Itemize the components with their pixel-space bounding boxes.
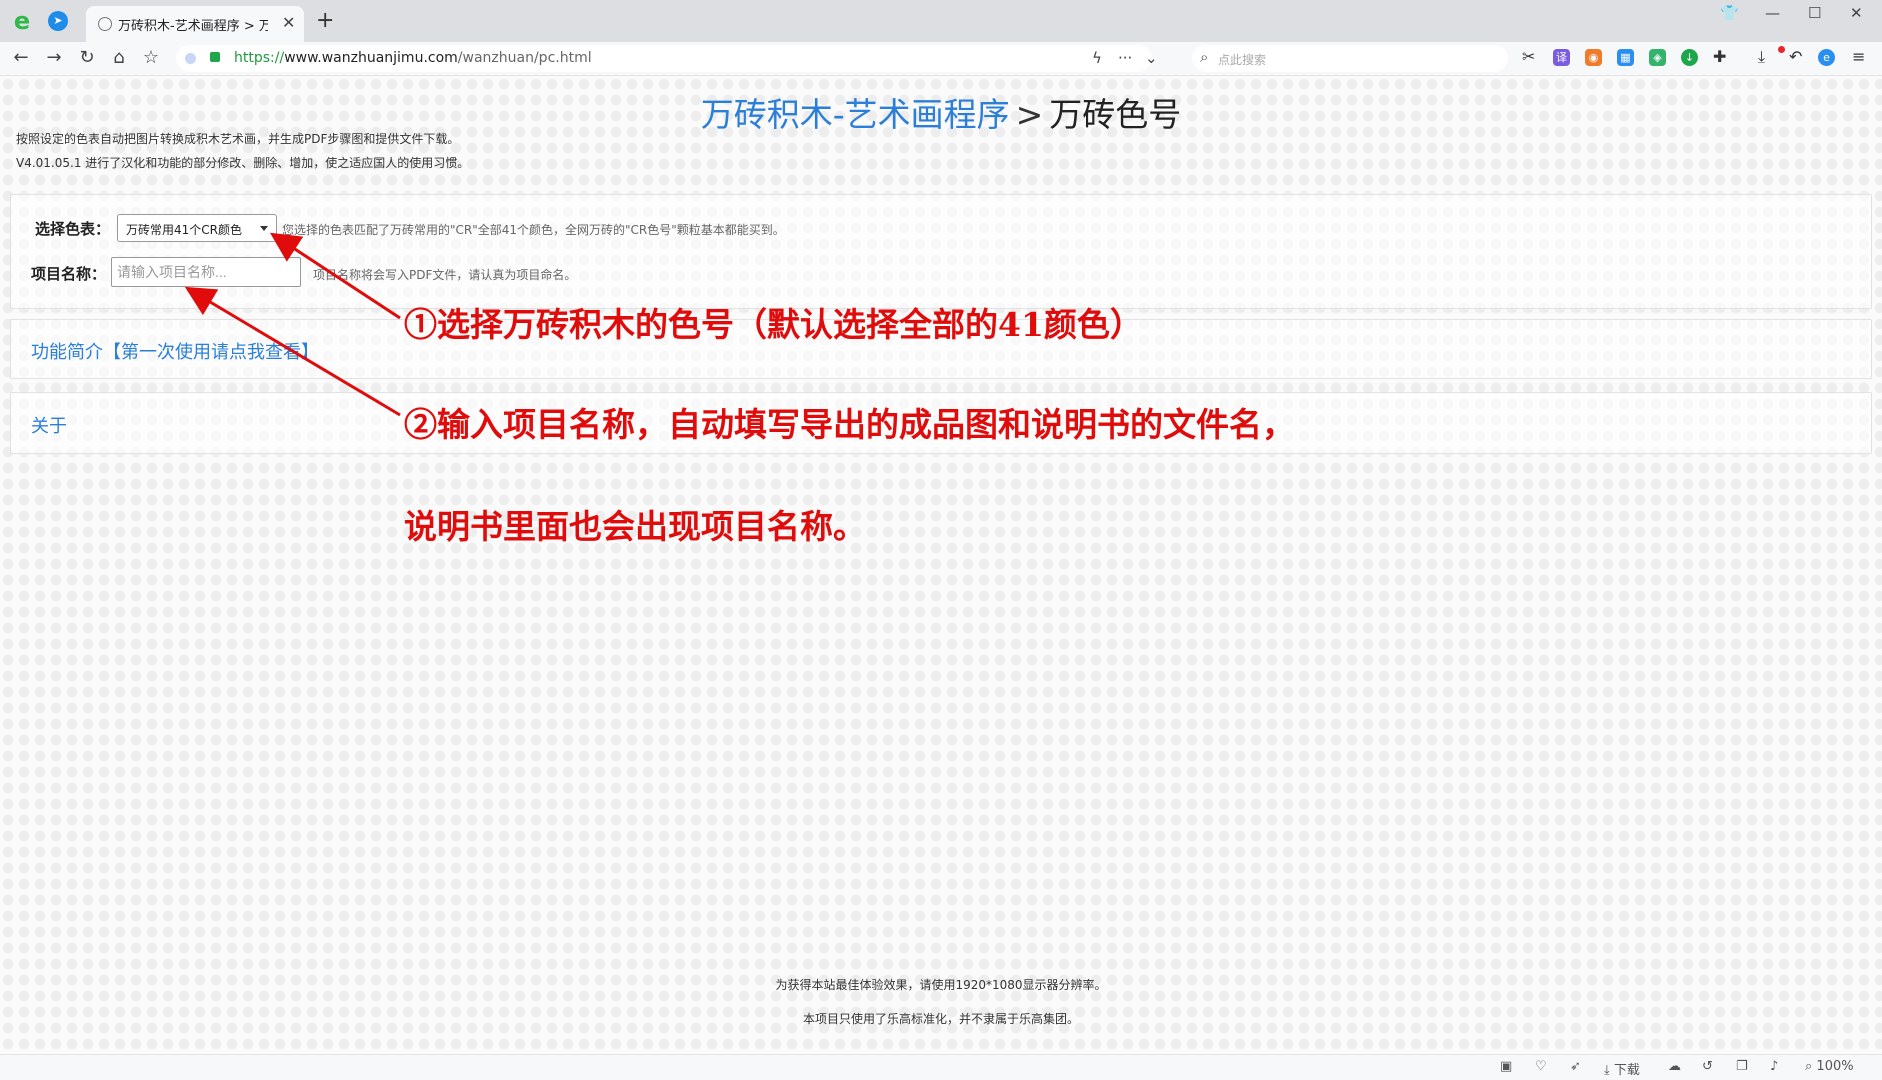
home-icon[interactable]: ⌂ [108, 47, 130, 68]
rocket-icon[interactable]: ➶ [1570, 1059, 1581, 1074]
translate-icon[interactable]: 译 [1553, 49, 1570, 66]
new-tab-icon[interactable]: + [316, 8, 334, 33]
browser-status-bar: ▣ ♡ ➶ ⤓ 下载 ☁ ↺ ❐ ♪ ⌕ 100% [0, 1054, 1882, 1080]
notification-badge [1778, 46, 1785, 53]
search-icon: ⌕ [1200, 48, 1209, 66]
favorites-icon[interactable]: ☆ [140, 47, 162, 68]
color-table-select[interactable]: 万砖常用41个CR颜色 [117, 214, 277, 242]
browser-tab-bar: e ➤ 万砖积木-艺术画程序 > 万砖色 ✕ + 👕 — ☐ ✕ [0, 0, 1882, 42]
more-icon[interactable]: ··· [1118, 49, 1132, 67]
annotation-step-2-line-2: 说明书里面也会出现项目名称。 [404, 507, 866, 546]
caret-down-icon [260, 226, 268, 231]
project-name-label: 项目名称： [31, 265, 107, 283]
scissors-icon[interactable]: ✂ [1522, 47, 1535, 66]
skin-icon[interactable]: 👕 [1720, 4, 1739, 22]
project-name-hint: 项目名称将会写入PDF文件，请认真为项目命名。 [313, 268, 577, 282]
title-current: 万砖色号 [1049, 95, 1182, 134]
close-window-icon[interactable]: ✕ [1850, 4, 1863, 22]
window-icon[interactable]: ❐ [1736, 1059, 1748, 1074]
title-home-link[interactable]: 万砖积木-艺术画程序 [701, 95, 1010, 134]
zoom-level: 100% [1816, 1059, 1854, 1074]
footer-lego-note: 本项目只使用了乐高标准化，并不隶属于乐高集团。 [802, 1012, 1079, 1026]
title-separator: > [1015, 95, 1044, 134]
footer-resolution-note: 为获得本站最佳体验效果，请使用1920*1080显示器分辨率。 [775, 978, 1107, 992]
back-icon[interactable]: ← [10, 47, 32, 68]
search-placeholder: 点此搜索 [1218, 53, 1267, 67]
active-tab[interactable]: 万砖积木-艺术画程序 > 万砖色 ✕ [86, 6, 304, 42]
chevron-down-icon[interactable]: ⌄ [1145, 49, 1158, 67]
pinned-tab-icon[interactable]: ➤ [48, 11, 68, 31]
heart-icon[interactable]: ♡ [1535, 1059, 1547, 1074]
lightning-icon[interactable]: ϟ [1092, 49, 1102, 67]
lock-icon[interactable] [210, 52, 220, 62]
annotation-step-1: ①选择万砖积木的色号（默认选择全部的41颜色） [404, 305, 1143, 344]
download-icon[interactable]: ⤓ [1758, 47, 1765, 67]
feature-intro-link[interactable]: 功能简介【第一次使用请点我查看】 [31, 338, 319, 364]
page-content: 万砖积木-艺术画程序 > 万砖色号 按照设定的色表自动把图片转换成积木艺术画，并生成… [0, 76, 1882, 1054]
undo-icon[interactable]: ↶ [1789, 47, 1802, 66]
intro-line-1: 按照设定的色表自动把图片转换成积木艺术画，并生成PDF步骤图和提供文件下载。 [16, 132, 460, 146]
edge-icon[interactable]: e [1818, 49, 1835, 66]
maximize-icon[interactable]: ☐ [1808, 4, 1821, 22]
status-download-button[interactable]: ⤓ 下载 [1604, 1059, 1640, 1078]
settings-panel: 选择色表： 万砖常用41个CR颜色 您选择的色表匹配了万砖常用的"CR"全部41… [10, 194, 1872, 309]
image-icon[interactable]: ▣ [1500, 1059, 1512, 1074]
apps-grid-icon[interactable]: ▦ [1617, 49, 1634, 66]
forward-icon[interactable]: → [43, 47, 65, 68]
globe-icon [98, 17, 112, 31]
extensions-icon[interactable]: ✚ [1713, 47, 1726, 66]
tab-title: 万砖积木-艺术画程序 > 万砖色 [118, 19, 268, 34]
volume-icon[interactable]: ♪ [1770, 1059, 1778, 1074]
address-bar[interactable]: https://www.wanzhuanjimu.com/wanzhuan/pc… [176, 45, 1158, 72]
download-manager-icon[interactable]: ↓ [1681, 49, 1698, 66]
color-table-label: 选择色表： [35, 220, 111, 238]
status-download-label: 下载 [1613, 1063, 1640, 1078]
minimize-icon[interactable]: — [1765, 4, 1780, 22]
screenshot-icon[interactable]: ◈ [1649, 49, 1666, 66]
menu-icon[interactable]: ≡ [1852, 47, 1865, 66]
intro-line-2: V4.01.05.1 进行了汉化和功能的部分修改、删除、增加，使之适应国人的使用… [16, 156, 470, 170]
browser-logo-icon[interactable]: e [8, 7, 36, 35]
reload-icon[interactable]: ↻ [76, 47, 98, 68]
about-link[interactable]: 关于 [31, 412, 67, 438]
cloud-icon[interactable]: ☁ [1668, 1059, 1681, 1074]
color-table-selected-value: 万砖常用41个CR颜色 [126, 223, 242, 237]
search-box[interactable]: ⌕ 点此搜索 [1192, 45, 1508, 72]
game-icon[interactable]: ◉ [1585, 49, 1602, 66]
refresh-icon[interactable]: ↺ [1702, 1059, 1713, 1074]
url-text: https://www.wanzhuanjimu.com/wanzhuan/pc… [234, 50, 592, 66]
page-title: 万砖积木-艺术画程序 > 万砖色号 [0, 88, 1882, 136]
color-table-hint: 您选择的色表匹配了万砖常用的"CR"全部41个颜色，全网万砖的"CR色号"颗粒基… [282, 223, 785, 237]
project-name-input[interactable] [111, 257, 301, 287]
annotation-step-2-line-1: ②输入项目名称，自动填写导出的成品图和说明书的文件名， [404, 405, 1295, 444]
browser-toolbar: ← → ↻ ⌂ ☆ https://www.wanzhuanjimu.com/w… [0, 42, 1882, 76]
site-info-icon[interactable] [185, 53, 196, 64]
close-tab-icon[interactable]: ✕ [282, 13, 295, 32]
zoom-control[interactable]: ⌕ 100% [1805, 1059, 1854, 1074]
